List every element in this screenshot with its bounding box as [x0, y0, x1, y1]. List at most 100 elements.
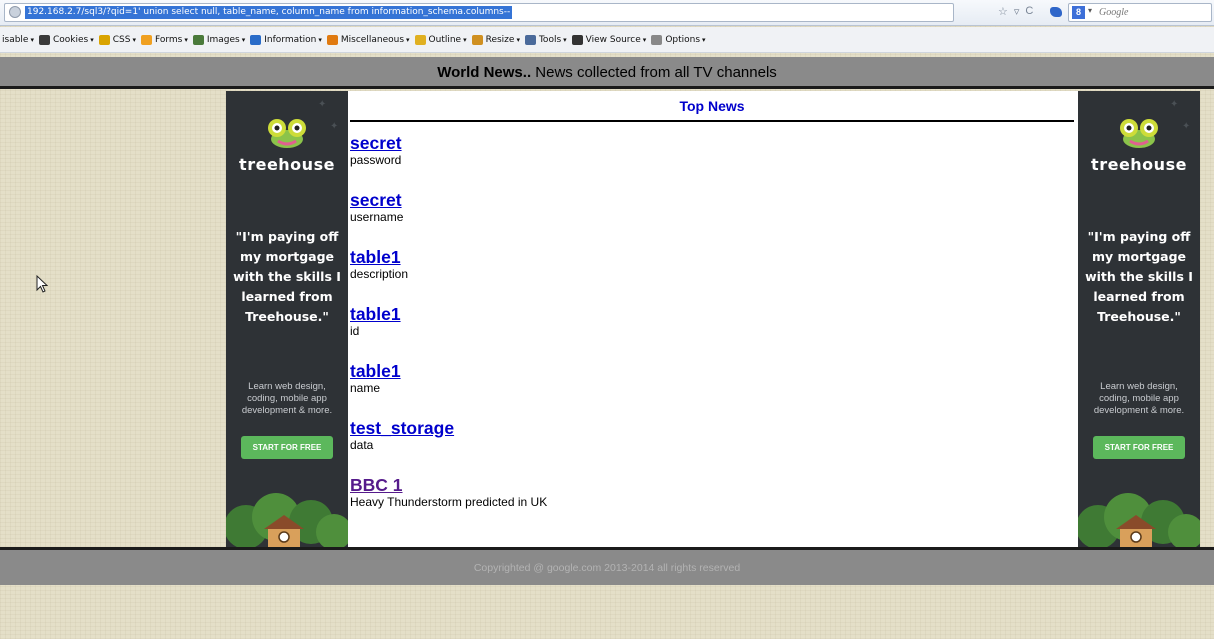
ad-brand: treehouse — [1091, 155, 1187, 174]
ad-description: Learn web design, coding, mobile app dev… — [1093, 381, 1185, 416]
view-source-icon — [571, 34, 583, 45]
frog-logo-icon — [1120, 119, 1158, 148]
chevron-down-icon: ▾ — [241, 35, 246, 44]
news-item: secret password — [350, 133, 1050, 190]
reload-icon[interactable]: C — [1025, 5, 1033, 18]
chevron-down-icon: ▾ — [318, 35, 322, 44]
news-description: id — [350, 324, 360, 338]
options-icon — [651, 34, 663, 45]
toolbar-menu-cookies[interactable]: Cookies ▾ — [38, 34, 94, 45]
address-text[interactable]: 192.168.2.7/sql3/?qid=1' union select nu… — [25, 6, 513, 19]
toolbar-menu-label: CSS — [112, 34, 131, 45]
top-news-heading: Top News — [350, 95, 1074, 122]
star-icon: ✦ — [318, 99, 327, 110]
ad-brand: treehouse — [239, 155, 335, 174]
news-title-link[interactable]: secret — [350, 190, 1050, 210]
news-item: table1 name — [350, 361, 1050, 418]
toolbar-menu-images[interactable]: Images ▾ — [192, 34, 246, 45]
copyright-text: Copyrighted @ google.com 2013-2014 all r… — [473, 562, 741, 574]
start-for-free-button[interactable]: START FOR FREE — [241, 436, 333, 459]
treehouse-ad-left[interactable]: ✦ ✦ treehouse "I'm paying off my mortgag… — [226, 91, 348, 547]
star-icon: ✦ — [330, 121, 339, 132]
toolbar-menu-label: isable — [2, 34, 29, 45]
cookies-icon — [38, 34, 50, 45]
chevron-down-icon: ▾ — [563, 35, 567, 44]
site-title: World News.. — [437, 64, 532, 81]
toolbar-menu-label: View Source — [585, 34, 641, 45]
news-title-link[interactable]: table1 — [350, 304, 1050, 324]
news-description: data — [350, 438, 374, 452]
toolbar-menu-label: Information — [264, 34, 317, 45]
toolbar-menu-view-source[interactable]: View Source ▾ — [571, 34, 647, 45]
news-description: Heavy Thunderstorm predicted in UK — [350, 495, 548, 509]
start-for-free-button[interactable]: START FOR FREE — [1093, 436, 1185, 459]
news-title-link[interactable]: test_storage — [350, 418, 1050, 438]
news-list: secret password secret username table1 descri… — [350, 133, 1050, 532]
forms-icon — [140, 34, 152, 45]
star-icon: ✦ — [1170, 99, 1179, 110]
chevron-down-icon[interactable]: ▾ — [1088, 6, 1092, 15]
toolbar-menu-forms[interactable]: Forms ▾ — [140, 34, 188, 45]
chevron-down-icon: ▾ — [463, 35, 467, 44]
bookmark-star-icon[interactable]: ☆ — [998, 5, 1008, 18]
toolbar-menu-disable[interactable]: isable ▾ — [2, 35, 34, 45]
star-icon: ✦ — [1182, 121, 1191, 132]
outline-icon — [414, 34, 426, 45]
news-item: test_storage data — [350, 418, 1050, 475]
extension-icon[interactable] — [1050, 7, 1062, 17]
news-title-link[interactable]: table1 — [350, 361, 1050, 381]
treehouse-illustration-icon — [226, 493, 348, 547]
news-title-link[interactable]: BBC 1 — [350, 475, 1050, 495]
news-description: username — [350, 210, 404, 224]
mouse-pointer-icon — [36, 275, 48, 293]
toolbar-menu-options[interactable]: Options ▾ — [651, 34, 706, 45]
ad-description: Learn web design, coding, mobile app dev… — [241, 381, 333, 416]
chevron-down-icon: ▾ — [30, 35, 34, 44]
news-description: description — [350, 267, 409, 281]
site-tagline: News collected from all TV channels — [531, 64, 777, 81]
web-developer-toolbar: isable ▾ Cookies ▾ CSS ▾ Forms ▾ Images ▾ Informat… — [0, 27, 1214, 53]
page-footer: Copyrighted @ google.com 2013-2014 all r… — [0, 547, 1214, 585]
site-identity-icon[interactable] — [9, 6, 21, 18]
news-title-link[interactable]: secret — [350, 133, 1050, 153]
address-controls: ☆ ▿ C — [998, 5, 1033, 18]
frog-logo-icon — [268, 119, 306, 148]
toolbar-menu-resize[interactable]: Resize ▾ — [471, 34, 520, 45]
resize-icon — [471, 34, 483, 45]
chevron-down-icon: ▾ — [132, 35, 136, 44]
toolbar-menu-label: Tools — [538, 34, 562, 45]
news-title-link[interactable]: table1 — [350, 247, 1050, 267]
google-search-icon[interactable]: 8 — [1072, 6, 1085, 19]
chevron-down-icon: ▾ — [642, 35, 647, 44]
page-header: World News.. News collected from all TV … — [0, 57, 1214, 89]
ad-quote: "I'm paying off my mortgage with the ski… — [1085, 229, 1193, 324]
ad-quote: "I'm paying off my mortgage with the ski… — [233, 229, 341, 324]
miscellaneous-icon — [326, 34, 338, 45]
toolbar-menu-css[interactable]: CSS ▾ — [98, 34, 136, 45]
tools-icon — [524, 34, 536, 45]
main-content: Top News secret password secret username tab… — [348, 91, 1078, 547]
toolbar-menu-label: Outline — [428, 34, 462, 45]
toolbar-menu-information[interactable]: Information ▾ — [250, 34, 322, 45]
chevron-down-icon: ▾ — [516, 35, 520, 44]
toolbar-menu-outline[interactable]: Outline ▾ — [414, 34, 467, 45]
address-input[interactable]: 192.168.2.7/sql3/?qid=1' union select nu… — [4, 3, 954, 22]
information-icon — [250, 34, 262, 45]
news-item: table1 description — [350, 247, 1050, 304]
chevron-down-icon: ▾ — [702, 35, 706, 44]
search-input[interactable]: Google — [1099, 7, 1128, 18]
toolbar-menu-tools[interactable]: Tools ▾ — [524, 34, 567, 45]
toolbar-menu-label: Images — [206, 34, 240, 45]
browser-url-bar: 192.168.2.7/sql3/?qid=1' union select nu… — [0, 0, 1214, 26]
news-description: name — [350, 381, 381, 395]
treehouse-ad-right[interactable]: ✦ ✦ treehouse "I'm paying off my mortgag… — [1078, 91, 1200, 547]
images-icon — [192, 34, 204, 45]
css-icon — [98, 34, 110, 45]
search-box[interactable]: 8 ▾ Google — [1068, 3, 1212, 22]
news-description: password — [350, 153, 402, 167]
toolbar-menu-miscellaneous[interactable]: Miscellaneous ▾ — [326, 34, 410, 45]
news-item: secret username — [350, 190, 1050, 247]
toolbar-menu-label: Cookies — [52, 34, 89, 45]
history-dropdown-icon[interactable]: ▿ — [1014, 5, 1020, 18]
toolbar-menu-label: Forms — [154, 34, 183, 45]
